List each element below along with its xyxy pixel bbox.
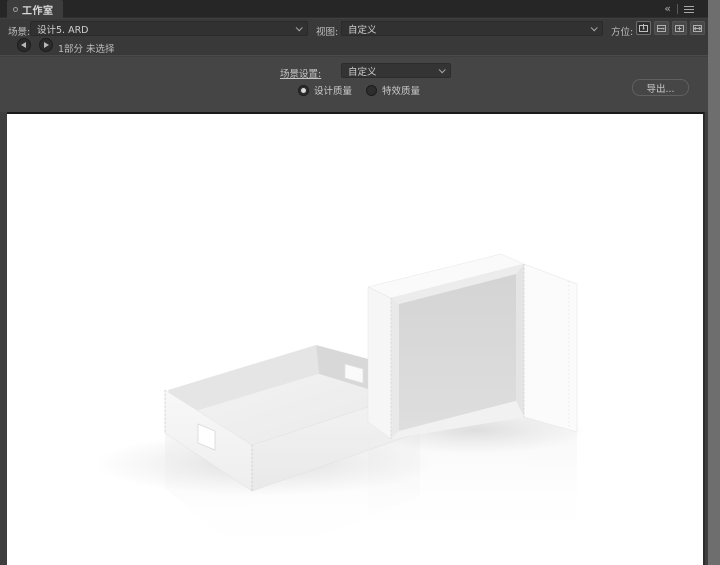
panel-menu-icon[interactable]: [684, 6, 694, 13]
panel-titlebar: 工作室 «: [0, 0, 708, 18]
quality-options: 设计质量 特效质量: [298, 83, 420, 97]
effects-quality-label: 特效质量: [382, 83, 420, 97]
arrow-right-icon: [44, 42, 49, 48]
next-part-button[interactable]: [39, 38, 53, 52]
parts-count: 1部分: [58, 41, 83, 55]
parts-bar: 1部分 未选择: [0, 36, 708, 55]
orientation-side-icon: [656, 23, 667, 34]
chevron-down-icon: [296, 24, 303, 31]
tab-studio[interactable]: 工作室: [7, 0, 63, 18]
export-button[interactable]: 导出...: [632, 79, 689, 96]
chevron-down-icon: [591, 24, 598, 31]
titlebar-divider: [677, 4, 678, 14]
3d-scene[interactable]: [7, 114, 705, 565]
settings-strip: 场景设置: 自定义 设计质量 特效质量 导出...: [0, 57, 708, 112]
previous-part-button[interactable]: [17, 38, 31, 52]
selection-status: 未选择: [86, 41, 115, 55]
view-select[interactable]: 自定义: [341, 21, 603, 36]
arrow-left-icon: [21, 42, 26, 48]
scene-select-value: 设计5. ARD: [37, 22, 290, 36]
studio-panel: 工作室 « 场景: 设计5. ARD 视图: 自定义 方位:: [0, 0, 708, 565]
orientation-front-button[interactable]: [636, 21, 651, 35]
scene-settings-value: 自定义: [348, 64, 433, 78]
orientation-fit-icon: [692, 23, 703, 34]
orientation-buttons: [636, 21, 705, 35]
titlebar-controls: «: [664, 0, 694, 18]
radio-design-quality[interactable]: 设计质量: [298, 83, 352, 97]
view-select-value: 自定义: [348, 22, 585, 36]
radio-effects-quality[interactable]: 特效质量: [366, 83, 420, 97]
orientation-fit-button[interactable]: [690, 21, 705, 35]
chevron-down-icon: [439, 66, 446, 73]
viewport-canvas[interactable]: [7, 112, 705, 565]
panel-title: 工作室: [22, 2, 54, 17]
scene-select[interactable]: 设计5. ARD: [30, 21, 308, 36]
panel-dot-icon: [13, 7, 18, 12]
radio-selected-icon: [298, 85, 309, 96]
radio-unselected-icon: [366, 85, 377, 96]
orientation-side-button[interactable]: [654, 21, 669, 35]
collapse-panel-icon[interactable]: «: [664, 4, 671, 14]
lid-3d[interactable]: [368, 254, 577, 439]
toolbar-separator: [0, 55, 708, 56]
scene-settings-select[interactable]: 自定义: [341, 63, 451, 78]
orientation-top-button[interactable]: [672, 21, 687, 35]
app-root: 工作室 « 场景: 设计5. ARD 视图: 自定义 方位:: [0, 0, 720, 565]
design-quality-label: 设计质量: [314, 83, 352, 97]
scene-settings-link[interactable]: 场景设置:: [280, 66, 321, 80]
orientation-top-icon: [674, 23, 685, 34]
orientation-front-icon: [638, 23, 649, 34]
